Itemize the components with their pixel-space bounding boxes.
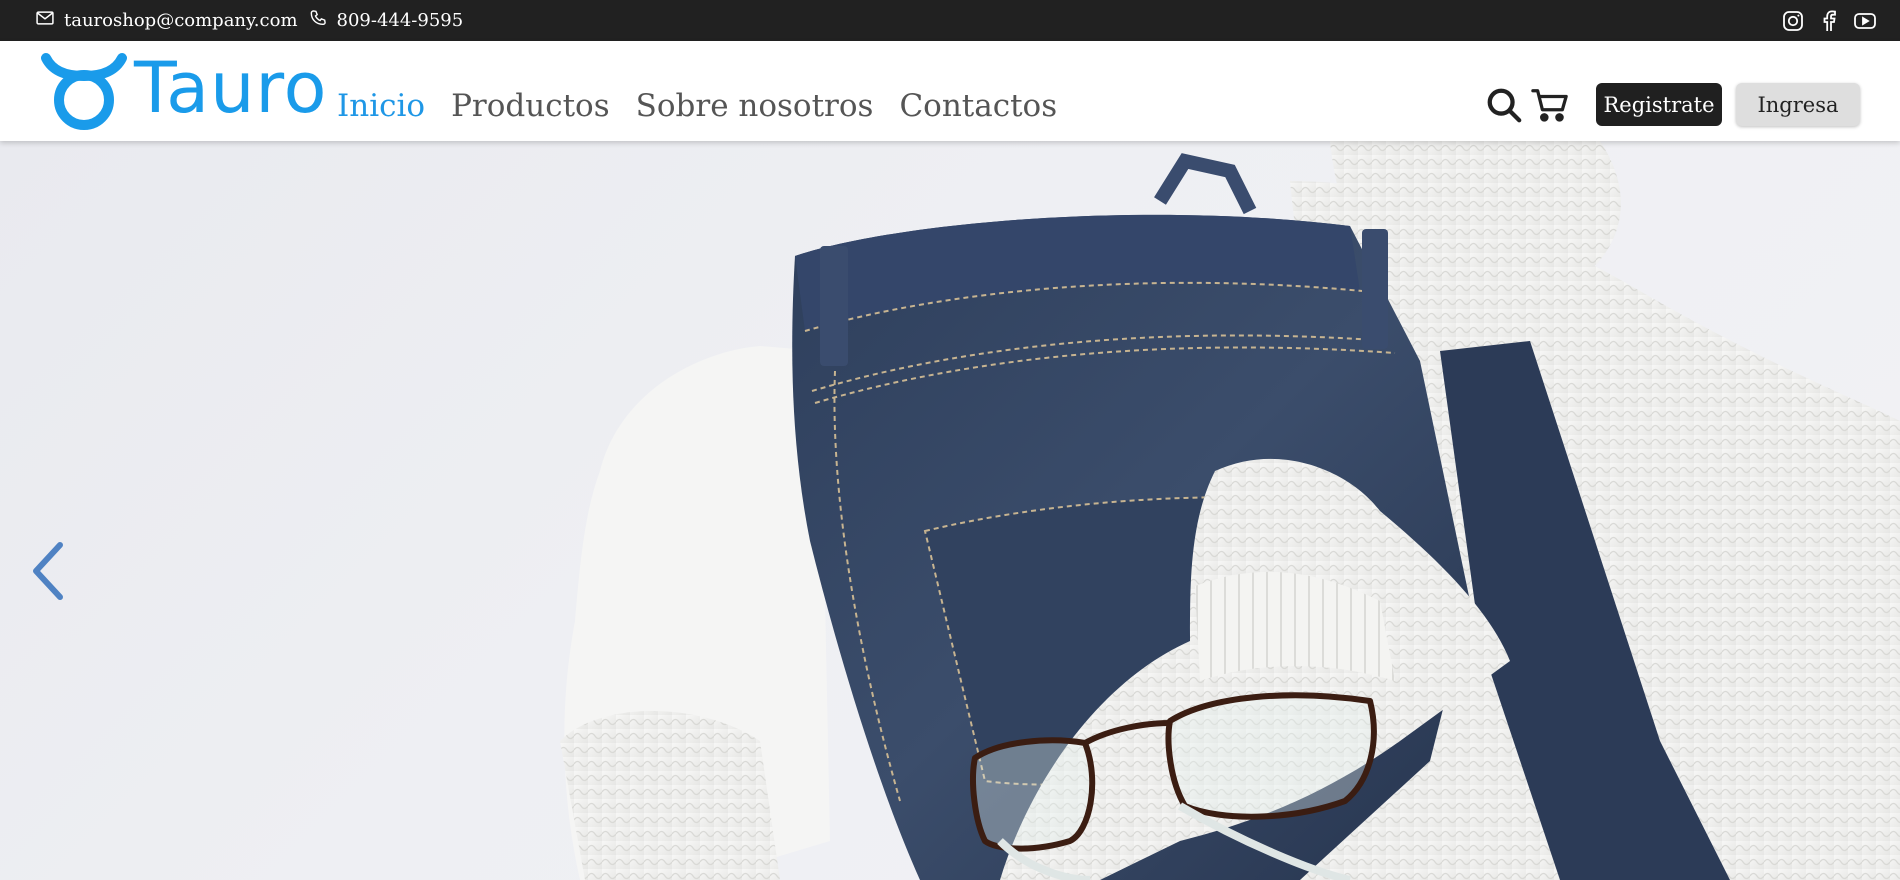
hero-carousel xyxy=(0,141,1900,880)
phone-contact[interactable]: 809-444-9595 xyxy=(308,8,464,33)
instagram-icon[interactable] xyxy=(1780,8,1806,34)
nav-item-productos[interactable]: Productos xyxy=(451,88,610,124)
email-text: tauroshop@company.com xyxy=(64,10,298,31)
nav-item-sobre-nosotros[interactable]: Sobre nosotros xyxy=(636,88,874,124)
login-button[interactable]: Ingresa xyxy=(1736,83,1860,126)
hero-image xyxy=(560,141,1900,880)
cart-icon[interactable] xyxy=(1530,85,1570,125)
phone-icon xyxy=(308,8,328,33)
logo[interactable]: Tauro xyxy=(38,46,328,134)
social-links xyxy=(1780,8,1878,34)
top-bar: tauroshop@company.com 809-444-9595 xyxy=(0,0,1900,41)
carousel-prev-button[interactable] xyxy=(26,536,70,606)
logo-text: Tauro xyxy=(134,47,328,129)
mail-icon xyxy=(35,8,55,33)
nav-item-contactos[interactable]: Contactos xyxy=(899,88,1057,124)
register-button[interactable]: Registrate xyxy=(1596,83,1722,126)
phone-text: 809-444-9595 xyxy=(336,10,464,31)
search-icon[interactable] xyxy=(1484,85,1524,125)
nav-item-inicio[interactable]: Inicio xyxy=(337,88,425,124)
chevron-left-icon xyxy=(33,542,63,600)
header-actions: Registrate Ingresa xyxy=(1484,83,1860,126)
email-contact[interactable]: tauroshop@company.com xyxy=(35,8,298,33)
youtube-icon[interactable] xyxy=(1852,8,1878,34)
taurus-logo-icon xyxy=(41,53,127,130)
main-nav: Inicio Productos Sobre nosotros Contacto… xyxy=(337,88,1057,124)
main-header: Tauro Inicio Productos Sobre nosotros Co… xyxy=(0,41,1900,141)
contact-info: tauroshop@company.com 809-444-9595 xyxy=(35,8,463,33)
facebook-icon[interactable] xyxy=(1816,8,1842,34)
